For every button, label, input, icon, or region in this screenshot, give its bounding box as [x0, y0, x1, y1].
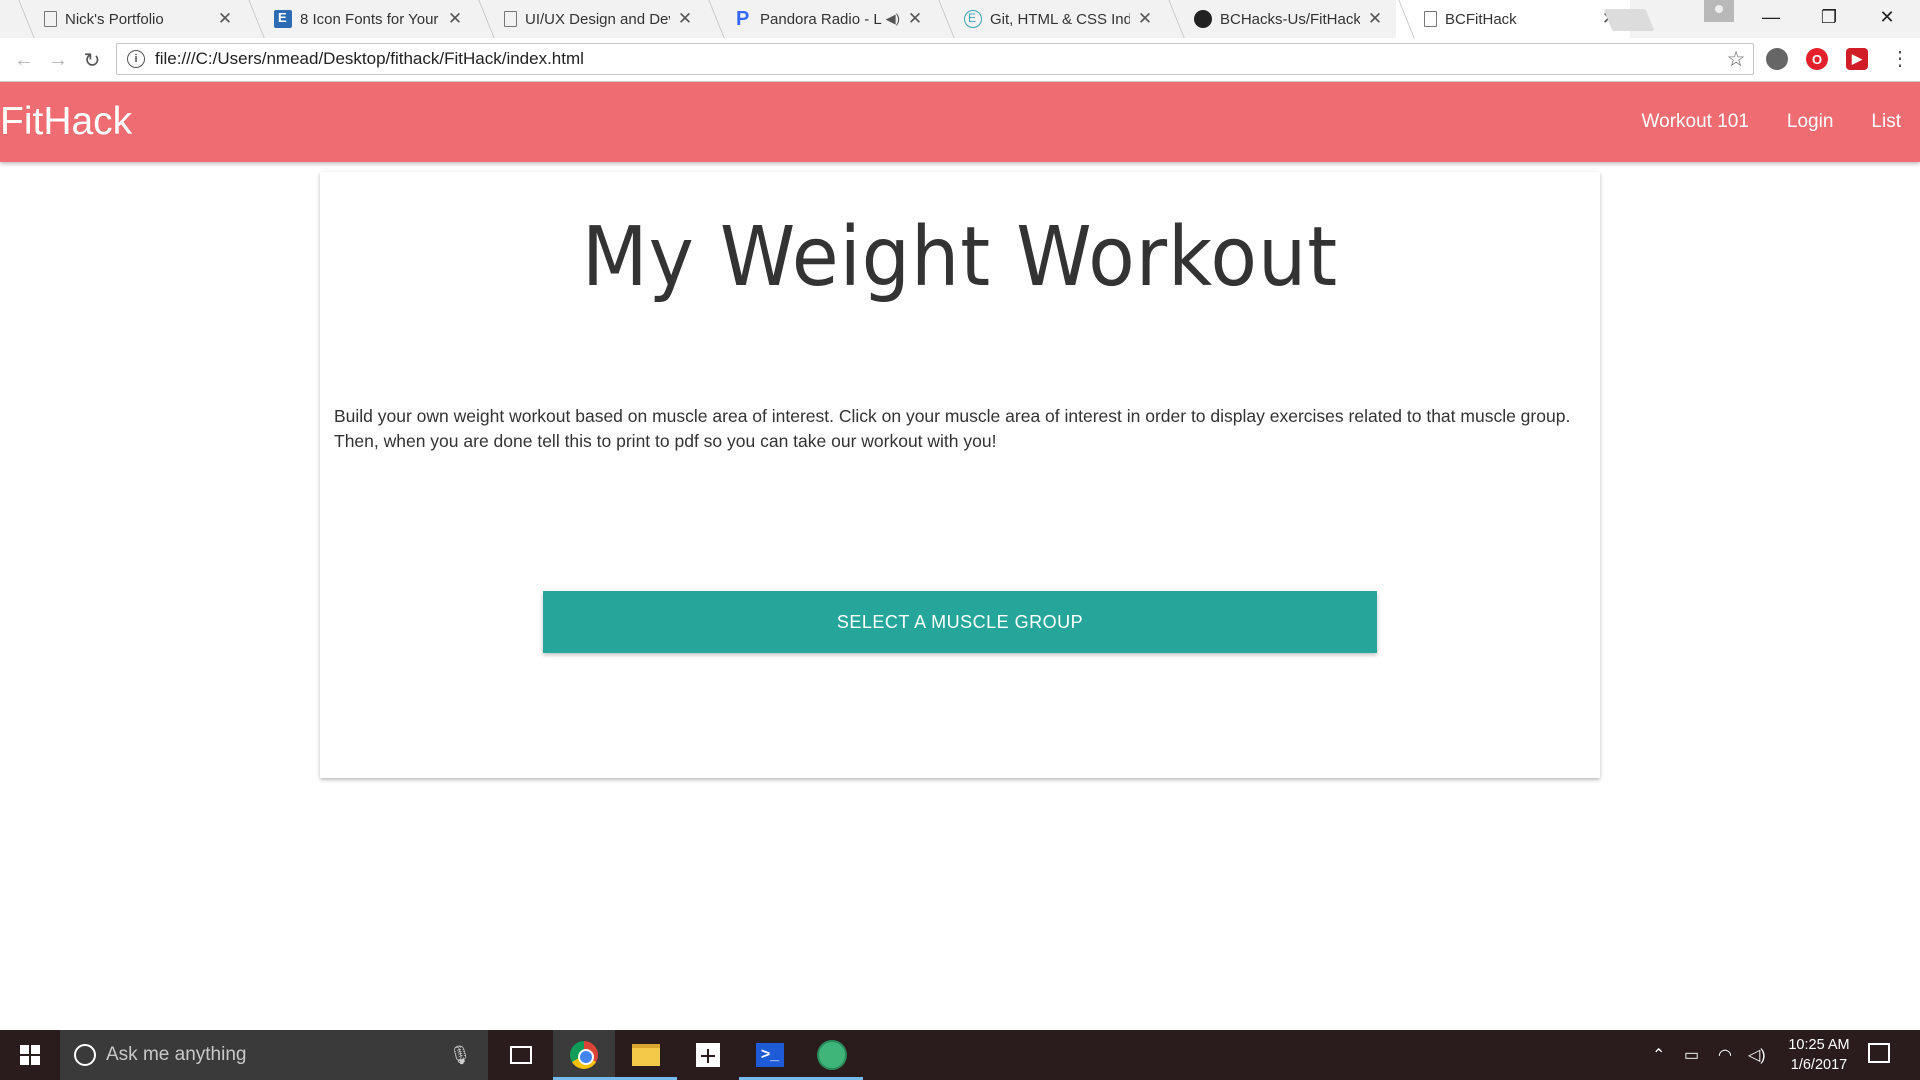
browser-toolbar: ← → ↻ i file:///C:/Users/nmead/Desktop/f… — [0, 38, 1920, 82]
clock-time: 10:25 AM — [1788, 1037, 1850, 1053]
task-view-button[interactable] — [490, 1030, 552, 1080]
site-navbar: FitHack Workout 101 Login List — [0, 82, 1920, 162]
pandora-icon — [734, 8, 752, 31]
extension-disk-icon[interactable] — [1766, 48, 1788, 70]
action-center-icon[interactable] — [1868, 1043, 1890, 1063]
opera-extension-icon[interactable]: O — [1806, 48, 1828, 70]
clock-date: 1/6/2017 — [1790, 1057, 1848, 1073]
close-icon[interactable]: ✕ — [906, 9, 924, 29]
forward-arrow-icon[interactable]: → — [44, 46, 72, 74]
extension-play-icon[interactable]: ▶ — [1846, 48, 1868, 70]
menu-icon[interactable]: ⋮ — [1890, 48, 1910, 70]
nav-link-workout-101[interactable]: Workout 101 — [1623, 111, 1768, 133]
nav-link-login[interactable]: Login — [1768, 111, 1853, 133]
close-icon[interactable]: ✕ — [1136, 9, 1154, 29]
taskbar-powershell[interactable]: >_ — [739, 1030, 801, 1080]
select-muscle-group-button[interactable]: SELECT A MUSCLE GROUP — [543, 591, 1377, 653]
windows-taskbar: Ask me anything 🎙 >_ ⌃ ▭ ◠ ◁) 10:25 AM 1… — [0, 1030, 1920, 1080]
tab-title: BCHacks-Us/FitHack: fit — [1220, 10, 1360, 28]
task-view-icon — [510, 1046, 532, 1064]
close-icon[interactable]: ✕ — [216, 9, 234, 29]
tab-title: UI/UX Design and Deve — [525, 10, 670, 28]
reload-icon[interactable]: ↻ — [78, 46, 106, 74]
profile-icon[interactable] — [1704, 0, 1734, 22]
document-icon — [504, 11, 517, 27]
back-arrow-icon[interactable]: ← — [10, 46, 38, 74]
new-tab-button[interactable] — [1603, 9, 1655, 31]
cortana-icon — [74, 1044, 96, 1066]
bookmark-star-icon[interactable]: ☆ — [1719, 47, 1753, 72]
tab-uiux-design[interactable]: UI/UX Design and Deve ✕ — [476, 0, 706, 38]
address-bar[interactable]: i file:///C:/Users/nmead/Desktop/fithack… — [116, 43, 1754, 75]
document-icon — [44, 11, 57, 27]
tab-title: Pandora Radio - List — [760, 10, 882, 28]
minimize-button[interactable]: — — [1748, 0, 1794, 34]
close-icon[interactable]: ✕ — [676, 9, 694, 29]
tab-github-fithack[interactable]: BCHacks-Us/FitHack: fit ✕ — [1166, 0, 1396, 38]
page-description: Build your own weight workout based on m… — [334, 406, 1571, 451]
github-icon — [1194, 10, 1212, 28]
speaker-icon[interactable]: ◀) — [886, 11, 900, 27]
close-icon[interactable]: ✕ — [446, 9, 464, 29]
restore-button[interactable]: ❐ — [1806, 0, 1852, 34]
folder-icon — [632, 1044, 660, 1066]
page-title: My Weight Workout — [581, 210, 1339, 305]
main-card: My Weight Workout Build your own weight … — [320, 172, 1600, 778]
taskbar-chrome[interactable] — [553, 1030, 615, 1080]
show-hidden-icons-chevron-icon[interactable]: ⌃ — [1652, 1030, 1665, 1080]
powershell-icon: >_ — [756, 1043, 784, 1067]
browser-tab-strip: Nick's Portfolio ✕ 8 Icon Fonts for Your… — [0, 0, 1920, 38]
system-clock[interactable]: 10:25 AM 1/6/2017 — [1780, 1035, 1858, 1075]
wifi-icon[interactable]: ◠ — [1718, 1030, 1732, 1080]
atom-icon — [817, 1040, 847, 1070]
tab-icon-fonts[interactable]: 8 Icon Fonts for Your N ✕ — [246, 0, 476, 38]
chrome-icon — [570, 1041, 598, 1069]
url-text[interactable]: file:///C:/Users/nmead/Desktop/fithack/F… — [155, 49, 1719, 69]
tab-bcfithack[interactable]: BCFitHack ✕ — [1396, 0, 1630, 38]
taskbar-atom[interactable] — [801, 1030, 863, 1080]
site-e-icon — [274, 10, 292, 28]
volume-icon[interactable]: ◁) — [1748, 1030, 1766, 1080]
brand-logo[interactable]: FitHack — [0, 100, 132, 144]
cortana-search-box[interactable]: Ask me anything 🎙 — [60, 1030, 488, 1080]
microphone-icon[interactable]: 🎙 — [448, 1045, 472, 1066]
circle-e-icon — [964, 10, 982, 28]
tab-pandora[interactable]: Pandora Radio - List ◀) ✕ — [706, 0, 936, 38]
taskbar-file-explorer[interactable] — [615, 1030, 677, 1080]
start-button[interactable] — [0, 1030, 60, 1080]
close-icon[interactable]: ✕ — [1366, 9, 1384, 29]
search-placeholder: Ask me anything — [106, 1044, 247, 1065]
windows-logo-icon — [20, 1045, 40, 1065]
info-icon[interactable]: i — [127, 50, 145, 68]
store-icon — [696, 1043, 720, 1067]
nav-link-list[interactable]: List — [1852, 111, 1920, 133]
tab-git-html-css[interactable]: Git, HTML & CSS Indep ✕ — [936, 0, 1166, 38]
document-icon — [1424, 11, 1437, 27]
taskbar-store[interactable] — [677, 1030, 739, 1080]
tab-title: BCFitHack — [1445, 10, 1517, 28]
tab-title: 8 Icon Fonts for Your N — [300, 10, 440, 28]
nav-links: Workout 101 Login List — [1623, 82, 1920, 162]
tab-title: Nick's Portfolio — [65, 10, 164, 28]
tab-nicks-portfolio[interactable]: Nick's Portfolio ✕ — [16, 0, 246, 38]
battery-icon[interactable]: ▭ — [1684, 1030, 1699, 1080]
tab-title: Git, HTML & CSS Indep — [990, 10, 1130, 28]
close-window-button[interactable]: ✕ — [1864, 0, 1910, 34]
